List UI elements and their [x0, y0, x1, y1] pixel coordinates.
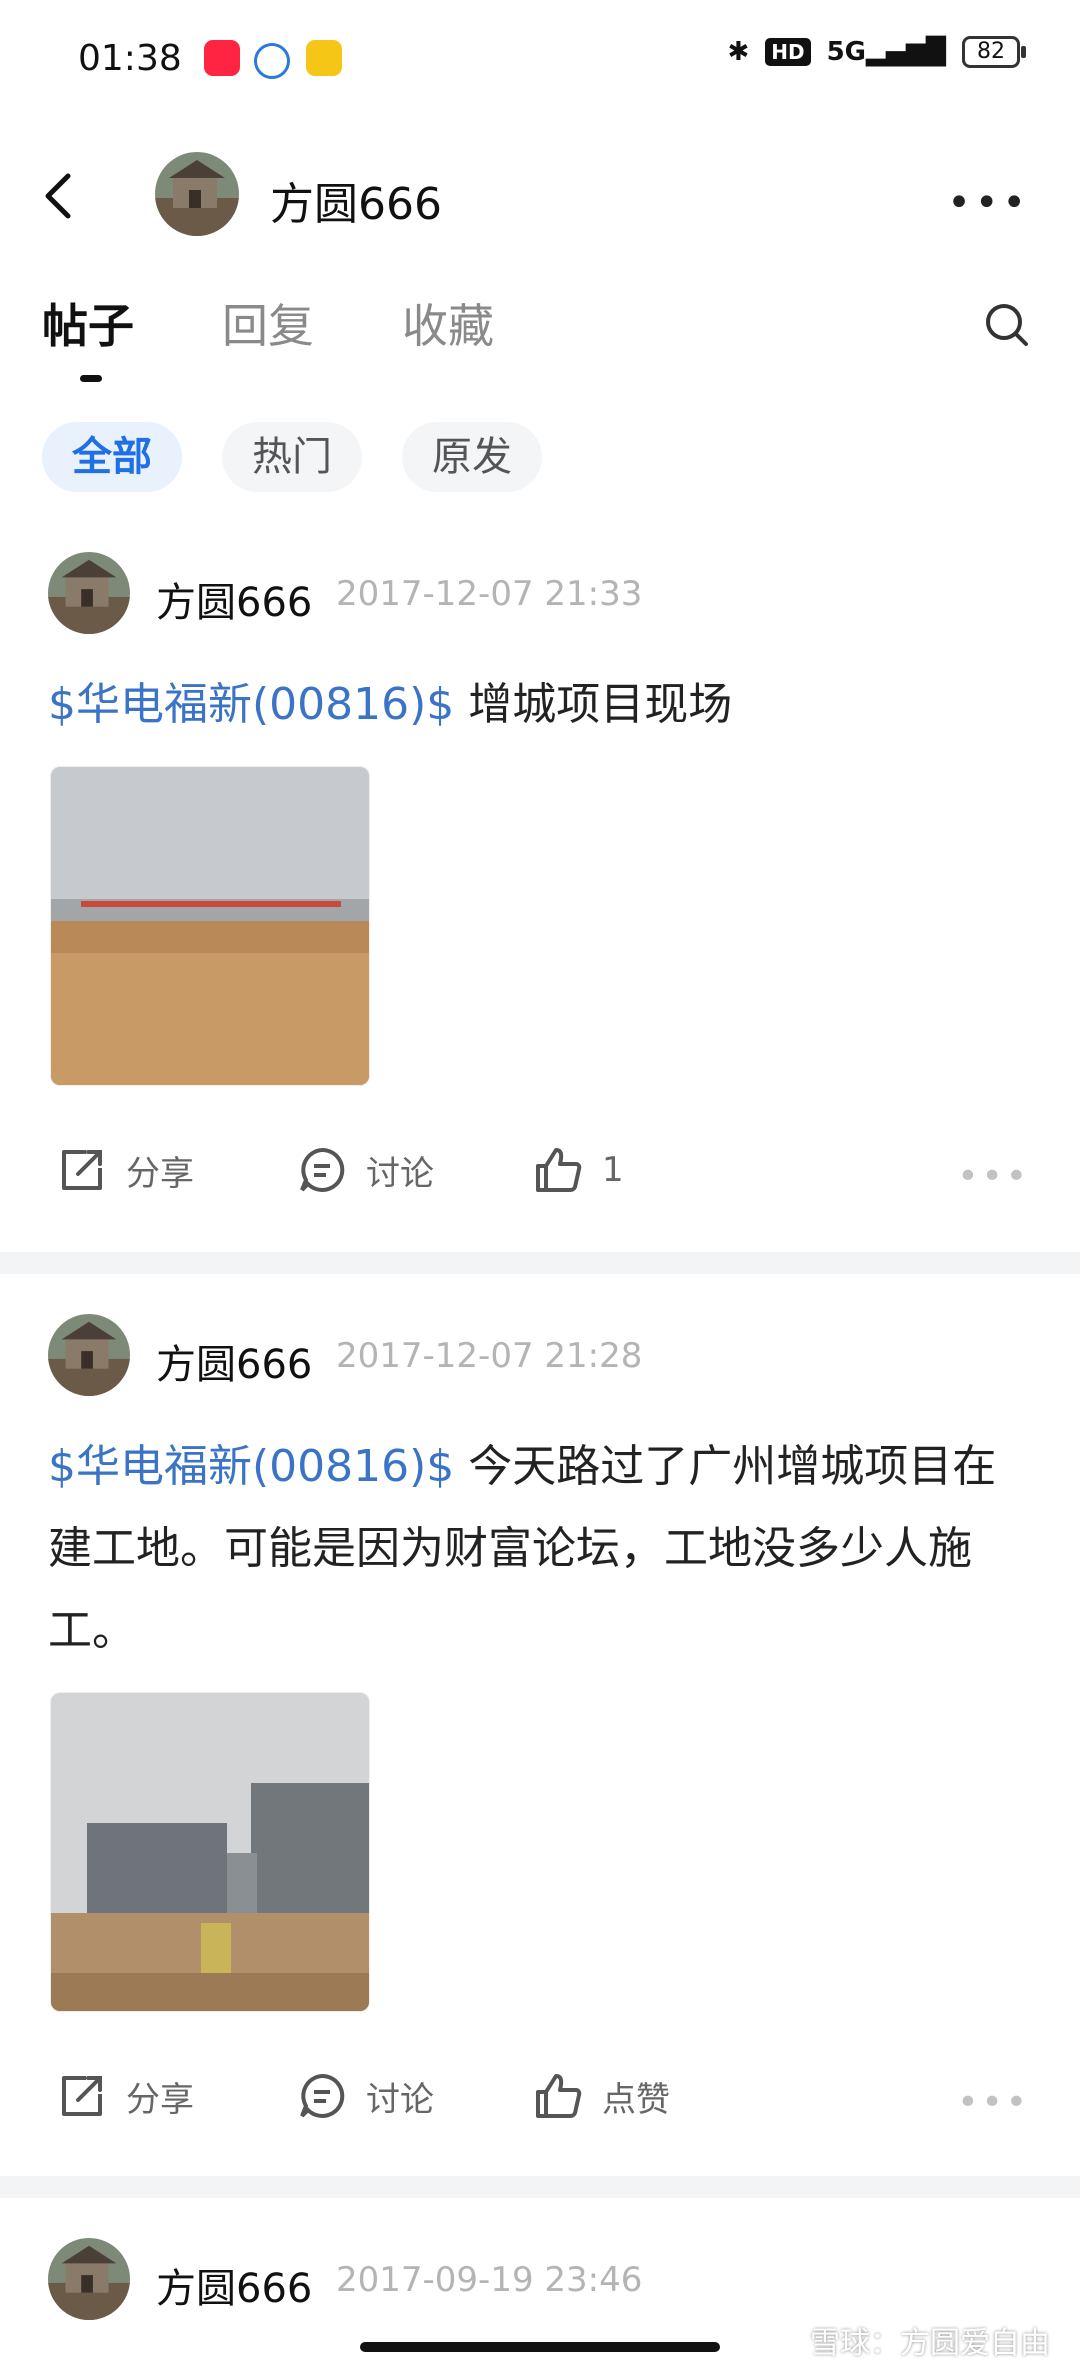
post-time: 2017-12-07 21:28: [336, 1336, 643, 1376]
network-type: 5G: [826, 37, 867, 67]
thumbs-up-icon: [536, 1148, 582, 1192]
post-text: 增城项目现场: [454, 679, 733, 730]
notes-app-icon: [306, 40, 342, 76]
share-icon: [62, 1150, 102, 1190]
battery-indicator: 82: [962, 36, 1026, 68]
post-image[interactable]: [50, 766, 370, 1086]
share-icon: [62, 2076, 102, 2116]
watermark: 雪球：方圆爱自由: [810, 2326, 1050, 2361]
more-horizontal-icon[interactable]: •••: [957, 2082, 1030, 2123]
share-button[interactable]: 分享: [56, 2070, 194, 2122]
avatar[interactable]: [48, 1314, 130, 1396]
tab-favorites[interactable]: 收藏: [402, 290, 494, 356]
tab-posts[interactable]: 帖子: [42, 290, 134, 356]
share-label: 分享: [126, 1153, 194, 1194]
tab-replies[interactable]: 回复: [222, 290, 314, 356]
post-actions: 分享 讨论 点赞 •••: [0, 2070, 1080, 2150]
discuss-button[interactable]: 讨论: [296, 1144, 434, 1196]
filter-all[interactable]: 全部: [42, 422, 182, 492]
status-bar: 01:38 ✱ HD 5G▂▄▆█ 82: [0, 0, 1080, 120]
xiaohongshu-app-icon: [204, 40, 240, 76]
avatar[interactable]: [155, 152, 239, 236]
post-image[interactable]: [50, 1692, 370, 2012]
post-actions: 分享 讨论 1 •••: [0, 1144, 1080, 1224]
avatar[interactable]: [48, 2238, 130, 2320]
post-time: 2017-09-19 23:46: [336, 2260, 643, 2300]
home-indicator[interactable]: [360, 2342, 720, 2352]
post-author[interactable]: 方圆666: [156, 2256, 312, 2314]
avatar[interactable]: [48, 552, 130, 634]
more-horizontal-icon[interactable]: •••: [947, 180, 1030, 226]
profile-header: 方圆666 •••: [0, 140, 1080, 250]
stock-link[interactable]: $华电福新(00816)$: [48, 679, 454, 730]
hd-voice-icon: HD: [765, 38, 811, 66]
discuss-label: 讨论: [366, 2079, 434, 2120]
post-card[interactable]: 方圆666 2017-12-07 21:28 $华电福新(00816)$ 今天路…: [0, 1314, 1080, 2164]
post-author[interactable]: 方圆666: [156, 570, 312, 628]
filter-hot[interactable]: 热门: [222, 422, 362, 492]
chevron-left-icon[interactable]: [40, 168, 80, 224]
post-divider: [0, 1252, 1080, 1274]
comment-icon: [300, 2073, 345, 2118]
stock-link[interactable]: $华电福新(00816)$: [48, 1441, 454, 1492]
post-body[interactable]: $华电福新(00816)$ 今天路过了广州增城项目在建工地。可能是因为财富论坛，…: [48, 1426, 1028, 1672]
post-divider: [0, 2176, 1080, 2198]
post-time: 2017-12-07 21:33: [336, 574, 643, 614]
share-button[interactable]: 分享: [56, 1144, 194, 1196]
thumbs-up-icon: [536, 2074, 582, 2118]
like-count: 1: [602, 1150, 624, 1190]
like-button[interactable]: 1: [532, 1144, 624, 1196]
signal-icon: 5G▂▄▆█: [826, 37, 946, 67]
profile-tabs: 帖子 回复 收藏: [0, 290, 1080, 390]
more-horizontal-icon[interactable]: •••: [957, 1156, 1030, 1197]
like-label: 点赞: [602, 2079, 670, 2120]
profile-name: 方圆666: [270, 179, 442, 230]
bluetooth-icon: ✱: [727, 37, 750, 67]
active-tab-indicator: [80, 375, 102, 382]
notification-app-icon: [254, 43, 290, 79]
filter-chips: 全部 热门 原发: [0, 422, 1080, 494]
filter-original[interactable]: 原发: [402, 422, 542, 492]
discuss-label: 讨论: [366, 1153, 434, 1194]
status-time: 01:38: [78, 38, 182, 79]
comment-icon: [300, 1147, 345, 1192]
search-icon[interactable]: [982, 300, 1032, 350]
post-author[interactable]: 方圆666: [156, 1332, 312, 1390]
post-body[interactable]: $华电福新(00816)$ 增城项目现场: [48, 664, 1028, 746]
discuss-button[interactable]: 讨论: [296, 2070, 434, 2122]
like-button[interactable]: 点赞: [532, 2070, 670, 2122]
share-label: 分享: [126, 2079, 194, 2120]
post-card[interactable]: 方圆666 2017-12-07 21:33 $华电福新(00816)$ 增城项…: [0, 552, 1080, 1252]
